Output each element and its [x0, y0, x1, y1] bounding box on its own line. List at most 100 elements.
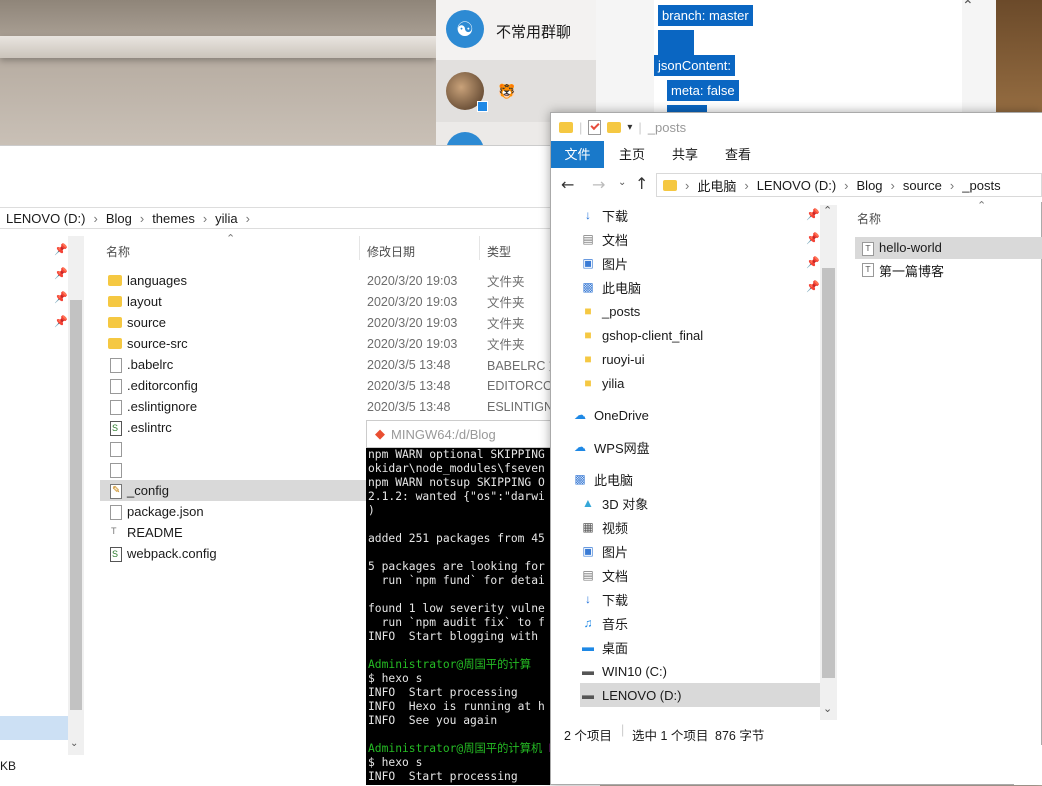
nav-item-wps[interactable]: ☁ WPS网盘: [572, 435, 650, 459]
back-arrow-icon[interactable]: ←: [561, 175, 574, 194]
nav-item-onedrive[interactable]: ☁ OneDrive: [572, 403, 649, 427]
tab-home[interactable]: 主页: [609, 141, 655, 168]
forward-arrow-icon[interactable]: →: [592, 175, 605, 194]
pin-icon[interactable]: 📌: [806, 208, 820, 221]
breadcrumb-item[interactable]: LENOVO (D:): [6, 211, 85, 226]
terminal-line: INFO Hexo is running at h: [368, 700, 545, 713]
nav-item-pc[interactable]: ▬ LENOVO (D:): [580, 683, 822, 707]
column-header-date[interactable]: 修改日期: [367, 243, 415, 260]
folder-icon: [663, 179, 677, 191]
terminal-output[interactable]: npm WARN optional SKIPPING okidar\node_mo…: [368, 448, 552, 785]
file-type: 文件夹: [487, 296, 525, 310]
nav-item-quick-access[interactable]: ▤ 文档: [580, 227, 628, 251]
new-folder-icon[interactable]: [607, 121, 622, 133]
breadcrumb-item[interactable]: _posts: [962, 178, 1000, 193]
file-name: source: [127, 315, 167, 330]
recent-locations-icon[interactable]: ⌄: [618, 177, 626, 188]
nav-item-quick-access[interactable]: ■ yilia: [580, 371, 624, 395]
breadcrumb-item[interactable]: Blog: [857, 178, 883, 193]
nav-item-selected[interactable]: [0, 716, 68, 740]
breadcrumb-item[interactable]: LENOVO (D:): [757, 178, 836, 193]
scroll-down-icon[interactable]: ⌄: [70, 738, 78, 749]
chevron-up-icon[interactable]: ⌃: [962, 0, 982, 13]
scrollbar-thumb[interactable]: [822, 268, 835, 678]
column-divider[interactable]: [359, 236, 360, 260]
terminal-line: INFO Start blogging with: [368, 630, 539, 643]
address-bar[interactable]: › 此电脑 › LENOVO (D:) › Blog › source › _p…: [656, 173, 1042, 197]
chat-item-group[interactable]: ☯ 不常用群聊: [436, 0, 596, 60]
scroll-down-icon[interactable]: ⌄: [823, 702, 832, 715]
file-name[interactable]: 第一篇博客: [879, 261, 944, 280]
pin-icon[interactable]: 📌: [54, 267, 68, 280]
column-header-name[interactable]: 名称: [857, 210, 881, 227]
pin-icon[interactable]: 📌: [806, 280, 820, 293]
file-row[interactable]: .editorconfig 2020/3/5 13:48 EDITORCO: [100, 375, 600, 396]
breadcrumb-item[interactable]: yilia: [215, 211, 237, 226]
terminal-line: 2.1.2: wanted {"os":"darwi: [368, 490, 545, 503]
nav-item-quick-access[interactable]: ■ gshop-client_final: [580, 323, 703, 347]
tab-file[interactable]: 文件: [551, 141, 604, 168]
file-name: languages: [127, 273, 187, 288]
scrollbar-thumb[interactable]: [70, 300, 82, 710]
scroll-up-icon[interactable]: ⌃: [823, 204, 832, 217]
nav-label: 视频: [602, 520, 629, 536]
nav-item-pc[interactable]: ▬ 桌面: [580, 635, 628, 659]
nav-item-pc[interactable]: ▦ 视频: [580, 515, 628, 539]
column-header-type[interactable]: 类型: [487, 243, 511, 260]
address-bar[interactable]: LENOVO (D:) › Blog › themes › yilia ›: [0, 207, 600, 229]
file-name[interactable]: hello-world: [879, 240, 942, 255]
file-row[interactable]: languages 2020/3/20 19:03 文件夹: [100, 270, 600, 291]
customize-toolbar-icon[interactable]: ▾: [627, 122, 632, 133]
pin-icon[interactable]: 📌: [54, 243, 68, 256]
chevron-right-icon: ›: [93, 210, 98, 226]
file-row[interactable]: source-src 2020/3/20 19:03 文件夹: [100, 333, 600, 354]
file-row[interactable]: .eslintignore 2020/3/5 13:48 ESLINTIGN: [100, 396, 600, 417]
ribbon-tabs: 文件 主页 共享 查看: [551, 141, 1042, 169]
nav-item-pc[interactable]: ▤ 文档: [580, 563, 628, 587]
file-row[interactable]: layout 2020/3/20 19:03 文件夹: [100, 291, 600, 312]
pin-icon[interactable]: 📌: [806, 232, 820, 245]
column-header-name[interactable]: 名称: [106, 243, 130, 260]
terminal-title: MINGW64:/d/Blog: [391, 426, 496, 442]
nav-item-pc[interactable]: ↓ 下载: [580, 587, 628, 611]
file-date: 2020/3/20 19:03: [367, 294, 458, 309]
pin-icon[interactable]: 📌: [806, 256, 820, 269]
nav-item-quick-access[interactable]: ↓ 下载: [580, 203, 628, 227]
nav-item-pc[interactable]: ▬ WIN10 (C:): [580, 659, 667, 683]
nav-item-pc[interactable]: ▲ 3D 对象: [580, 491, 648, 515]
sort-ascending-icon: ⌃: [977, 199, 987, 212]
nav-item-quick-access[interactable]: ■ _posts: [580, 299, 640, 323]
chevron-right-icon: ›: [245, 210, 250, 226]
column-divider[interactable]: [479, 236, 480, 260]
tab-view[interactable]: 查看: [715, 141, 761, 168]
pin-icon[interactable]: 📌: [54, 291, 68, 304]
nav-item-quick-access[interactable]: ▣ 图片: [580, 251, 628, 275]
breadcrumb-item[interactable]: Blog: [106, 211, 132, 226]
nav-label: WPS网盘: [594, 440, 650, 456]
file-row[interactable]: ✎ _config: [100, 480, 366, 501]
window-titlebar[interactable]: | ▾ | _posts: [551, 113, 1042, 141]
pin-icon[interactable]: 📌: [54, 315, 68, 328]
divider: |: [621, 723, 625, 737]
terminal-line: npm WARN notsup SKIPPING O: [368, 476, 545, 489]
nav-item-quick-access[interactable]: ▩ 此电脑: [580, 275, 641, 299]
file-row[interactable]: source 2020/3/20 19:03 文件夹: [100, 312, 600, 333]
nav-item-pc[interactable]: ♫ 音乐: [580, 611, 629, 635]
file-row[interactable]: .babelrc 2020/3/5 13:48 BABELRC 文: [100, 354, 600, 375]
breadcrumb-item[interactable]: 此电脑: [697, 176, 736, 195]
tab-share[interactable]: 共享: [662, 141, 708, 168]
nav-item-this-pc[interactable]: ▩ 此电脑: [572, 467, 633, 491]
breadcrumb-item[interactable]: themes: [152, 211, 195, 226]
properties-icon[interactable]: [588, 119, 602, 135]
nav-item-quick-access[interactable]: ■ ruoyi-ui: [580, 347, 644, 371]
file-type: 文件夹: [487, 317, 525, 331]
file-icon: [110, 442, 122, 457]
terminal-titlebar[interactable]: ◆ MINGW64:/d/Blog: [366, 420, 552, 448]
up-arrow-icon[interactable]: ↑: [635, 174, 648, 193]
divider: |: [579, 119, 583, 135]
breadcrumb-item[interactable]: source: [903, 178, 942, 193]
nav-label: 此电脑: [594, 472, 634, 488]
nav-item-pc[interactable]: ▣ 图片: [580, 539, 628, 563]
